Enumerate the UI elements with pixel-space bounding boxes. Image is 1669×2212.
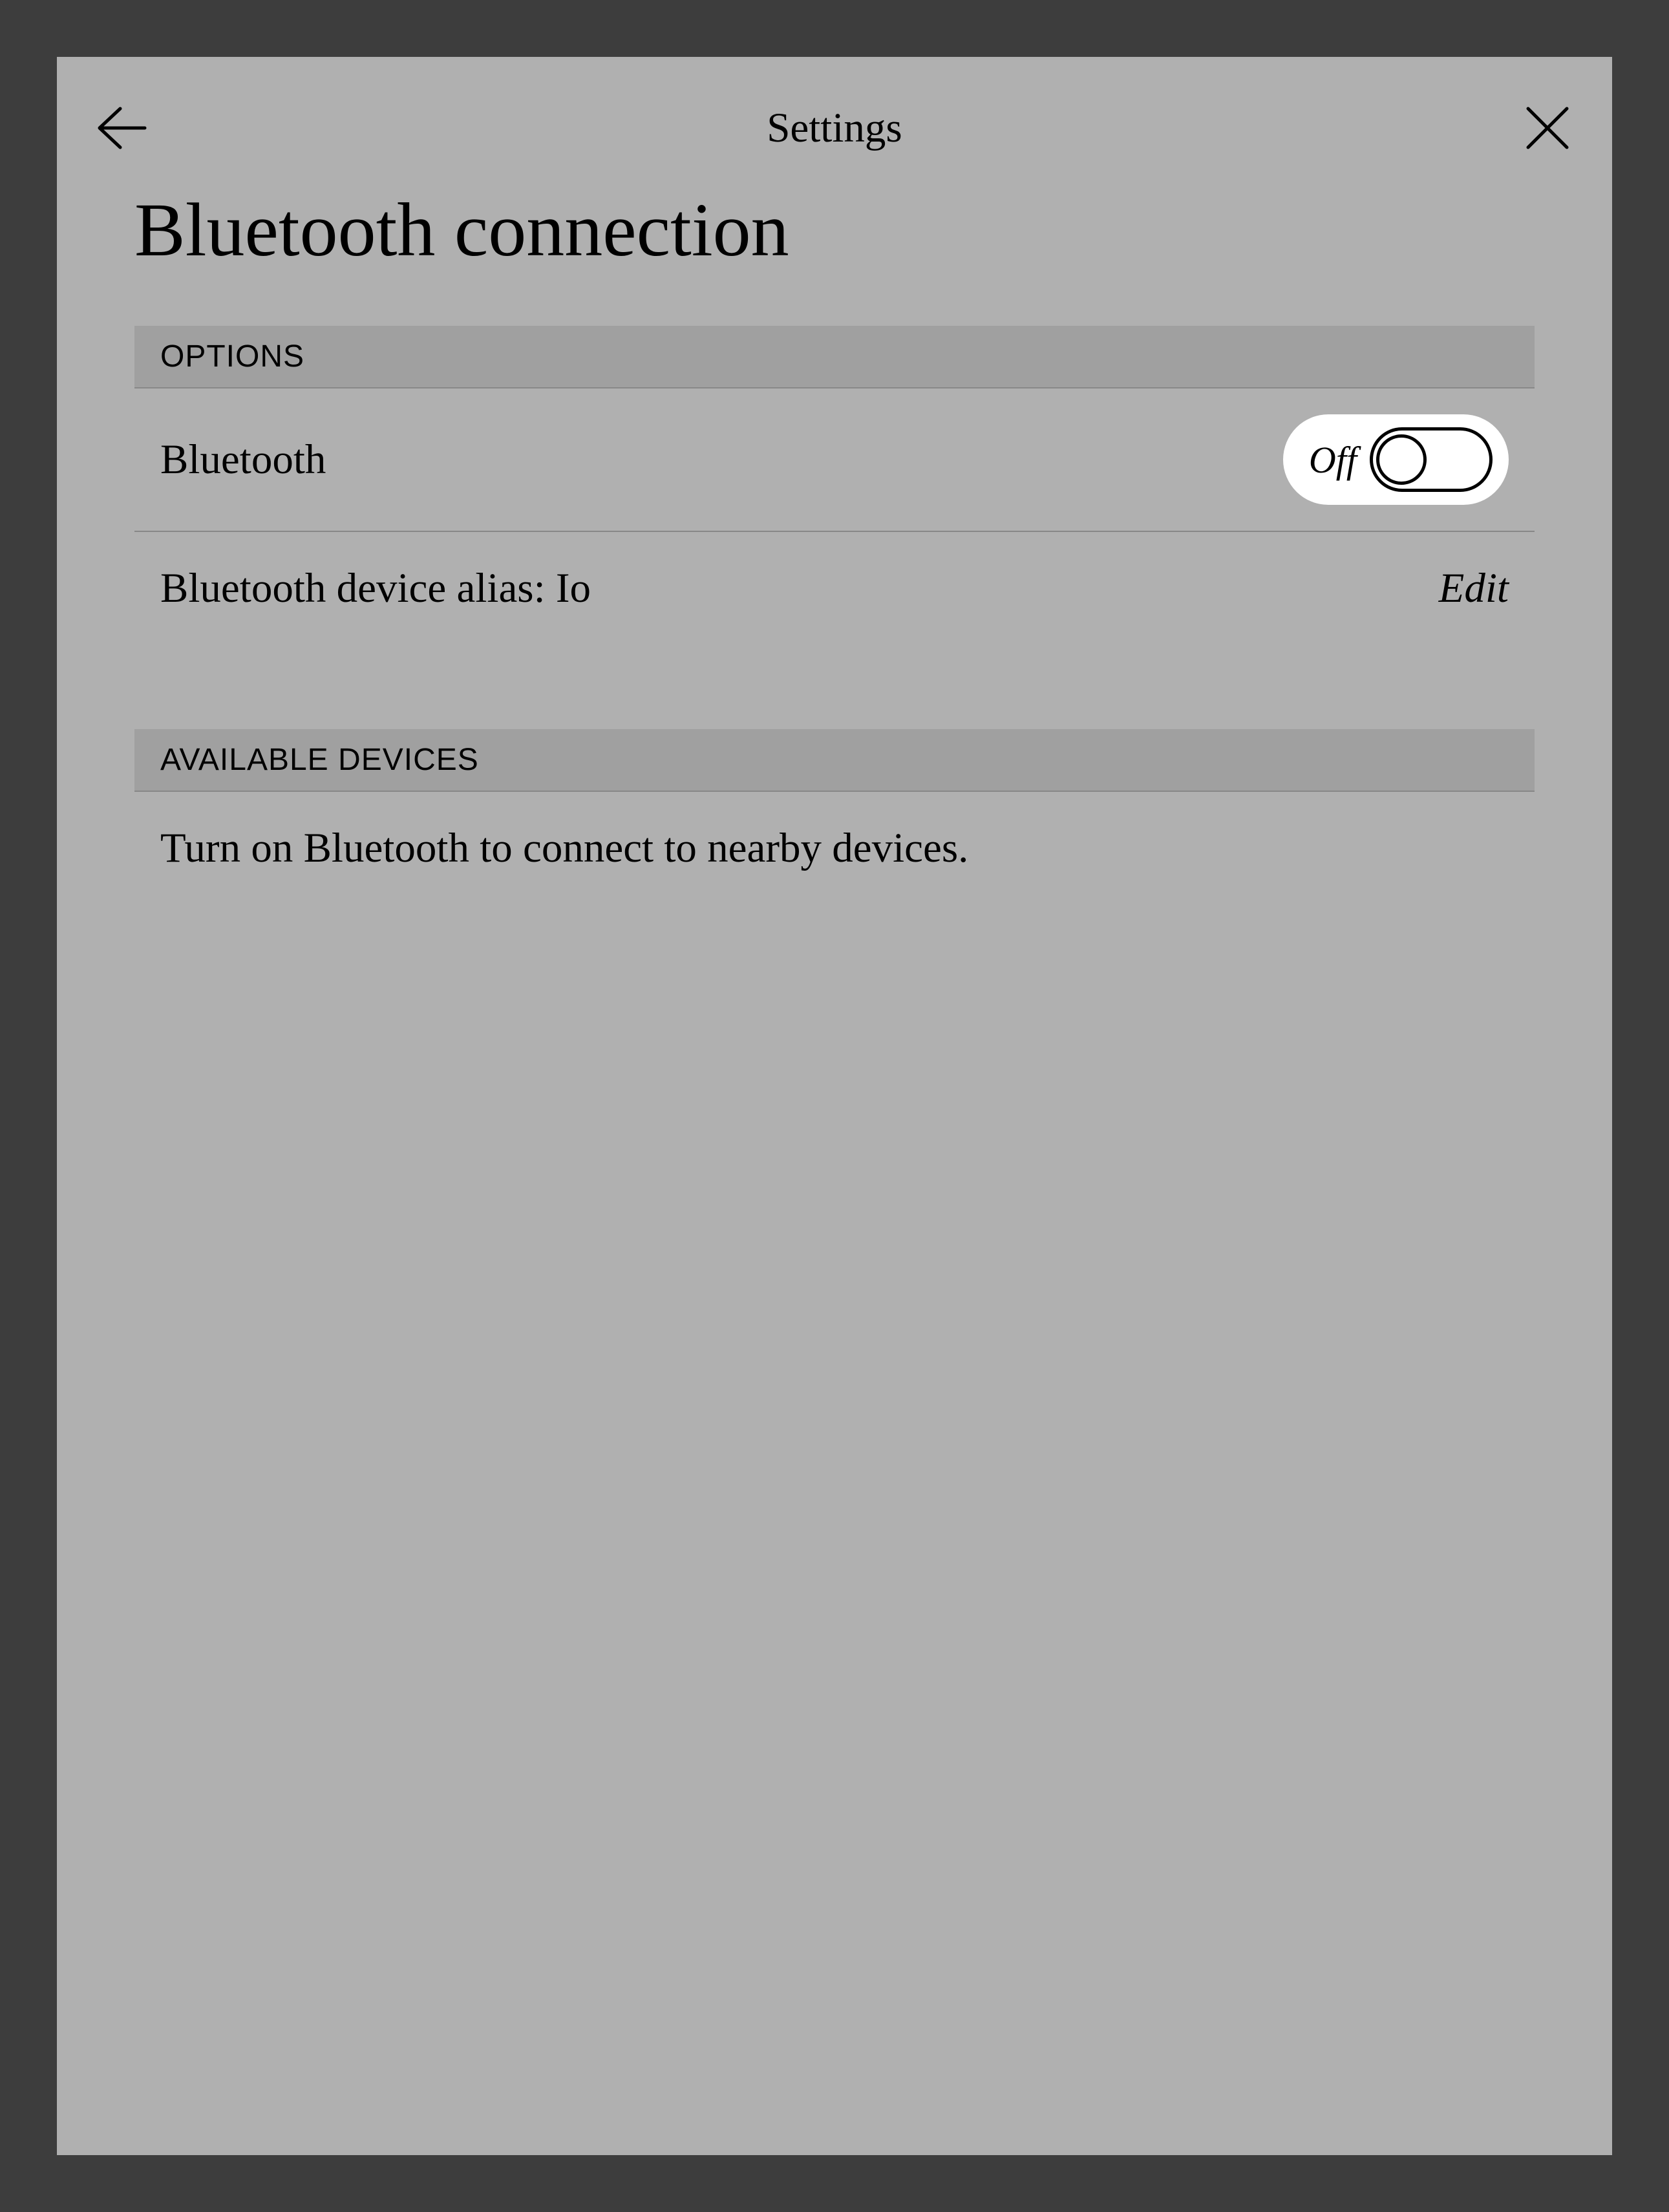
back-arrow-icon (96, 105, 147, 151)
bluetooth-toggle[interactable]: Off (1283, 414, 1509, 505)
bluetooth-label: Bluetooth (160, 436, 326, 484)
header-title: Settings (767, 104, 902, 153)
close-button[interactable] (1522, 102, 1573, 154)
settings-screen: Settings Bluetooth connection OPTIONS Bl… (57, 57, 1612, 2155)
bluetooth-toggle-row: Bluetooth Off (134, 388, 1535, 532)
toggle-track (1370, 427, 1493, 492)
header-bar: Settings (57, 57, 1612, 186)
page-title: Bluetooth connection (134, 186, 1535, 274)
section-header-available: AVAILABLE DEVICES (134, 729, 1535, 792)
bluetooth-alias-row: Bluetooth device alias: Io Edit (134, 532, 1535, 645)
edit-alias-button[interactable]: Edit (1439, 564, 1509, 613)
toggle-knob (1376, 434, 1427, 485)
toggle-state-label: Off (1309, 438, 1357, 482)
back-button[interactable] (96, 102, 147, 154)
content-area: Bluetooth connection OPTIONS Bluetooth O… (57, 186, 1612, 905)
bluetooth-off-hint: Turn on Bluetooth to connect to nearby d… (134, 792, 1535, 905)
alias-label: Bluetooth device alias: Io (160, 564, 591, 613)
close-icon (1522, 102, 1573, 154)
section-spacer (134, 645, 1535, 729)
section-header-options: OPTIONS (134, 326, 1535, 388)
